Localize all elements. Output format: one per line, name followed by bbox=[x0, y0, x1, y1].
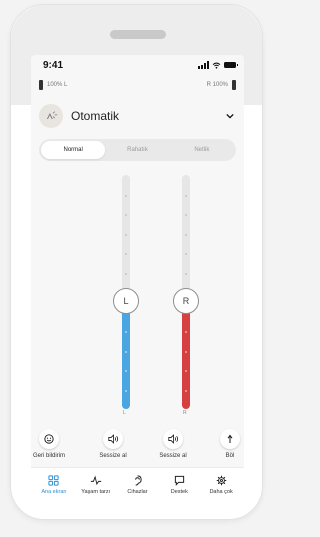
program-selector[interactable]: Otomatik bbox=[39, 101, 236, 131]
right-battery-icon bbox=[232, 80, 236, 90]
left-volume-knob[interactable]: L bbox=[113, 288, 139, 315]
right-slider-end-label: R bbox=[183, 410, 187, 416]
status-time: 9:41 bbox=[43, 59, 64, 71]
hearing-aid-icon bbox=[132, 474, 143, 486]
cellular-signal-icon bbox=[198, 61, 209, 69]
tab-label: Cihazlar bbox=[127, 489, 148, 495]
action-mute-left[interactable]: Sessize al bbox=[93, 429, 133, 459]
bottom-tab-bar: Ana ekran Yaşam tarzı Cihazlar Destek Da… bbox=[31, 467, 244, 501]
speaker-icon[interactable] bbox=[163, 429, 183, 449]
right-volume-fill bbox=[182, 301, 190, 409]
left-volume-fill bbox=[122, 301, 130, 409]
tab-more[interactable]: Daha çok bbox=[200, 474, 242, 495]
slider-tick bbox=[125, 370, 127, 372]
phone-battery-icon bbox=[224, 62, 238, 68]
left-volume-slider[interactable]: L L bbox=[113, 175, 139, 416]
segment-comfort[interactable]: Rahatık bbox=[105, 141, 169, 159]
slider-tick bbox=[185, 331, 187, 333]
tab-lifestyle[interactable]: Yaşam tarzı bbox=[75, 474, 117, 495]
hearing-aid-battery-row: 100% L R 100% bbox=[31, 79, 244, 91]
left-battery-icon bbox=[39, 80, 43, 90]
action-split[interactable]: Böl bbox=[210, 429, 244, 459]
tab-home[interactable]: Ana ekran bbox=[33, 474, 75, 495]
right-battery-text: R 100% bbox=[206, 82, 228, 88]
program-auto-icon bbox=[39, 104, 63, 128]
tab-support[interactable]: Destek bbox=[158, 474, 200, 495]
action-label: Böl bbox=[225, 453, 235, 459]
action-label: Sessize al bbox=[159, 453, 187, 459]
tab-label: Ana ekran bbox=[41, 489, 67, 495]
slider-tick bbox=[125, 389, 127, 392]
app-screen: 9:41 100% L R 100% Otomatik Normal Rahat… bbox=[31, 55, 244, 501]
right-volume-knob[interactable]: R bbox=[173, 288, 199, 315]
slider-tick bbox=[125, 194, 127, 197]
right-battery: R 100% bbox=[207, 80, 236, 90]
slider-tick bbox=[185, 214, 187, 216]
slider-tick bbox=[185, 233, 187, 236]
tab-label: Yaşam tarzı bbox=[81, 489, 111, 495]
segment-clarity[interactable]: Netlik bbox=[170, 141, 234, 159]
split-icon[interactable] bbox=[220, 429, 240, 449]
slider-tick bbox=[185, 194, 187, 197]
slider-tick bbox=[185, 350, 187, 353]
sound-mode-segmented-control: Normal Rahatık Netlik bbox=[39, 139, 236, 161]
action-feedback[interactable]: Geri bildirim bbox=[31, 429, 69, 459]
status-bar: 9:41 bbox=[31, 55, 244, 75]
action-label: Sessize al bbox=[99, 453, 127, 459]
tab-label: Daha çok bbox=[209, 489, 233, 495]
speaker-notch bbox=[110, 30, 166, 39]
speaker-icon[interactable] bbox=[103, 429, 123, 449]
phone-frame: 9:41 100% L R 100% Otomatik Normal Rahat… bbox=[10, 4, 263, 520]
slider-tick bbox=[125, 272, 127, 275]
left-battery-text: 100% L bbox=[47, 82, 68, 88]
left-battery: 100% L bbox=[39, 80, 67, 90]
program-name: Otomatik bbox=[71, 109, 120, 123]
chat-icon bbox=[174, 474, 185, 486]
action-label: Geri bildirim bbox=[32, 453, 65, 459]
pulse-icon bbox=[90, 474, 102, 486]
tab-devices[interactable]: Cihazlar bbox=[117, 474, 159, 495]
status-icons bbox=[198, 61, 238, 69]
quick-actions: Geri bildirim Sessize al Sessize al Böl bbox=[31, 429, 244, 465]
chevron-down-icon[interactable] bbox=[226, 113, 234, 119]
tab-label: Destek bbox=[170, 489, 188, 495]
slider-tick bbox=[125, 214, 127, 216]
slider-tick bbox=[185, 272, 187, 275]
home-grid-icon bbox=[48, 474, 59, 486]
slider-tick bbox=[125, 233, 127, 236]
segment-normal[interactable]: Normal bbox=[41, 141, 106, 159]
smiley-icon[interactable] bbox=[39, 429, 59, 449]
slider-tick bbox=[185, 253, 187, 255]
slider-tick bbox=[125, 331, 127, 333]
right-volume-slider[interactable]: R R bbox=[173, 175, 199, 416]
slider-tick bbox=[185, 370, 187, 372]
slider-tick bbox=[125, 253, 127, 255]
action-mute-right[interactable]: Sessize al bbox=[153, 429, 193, 459]
gear-icon bbox=[216, 474, 227, 486]
left-slider-end-label: L bbox=[123, 410, 126, 416]
wifi-icon bbox=[212, 62, 221, 69]
slider-tick bbox=[185, 389, 187, 392]
slider-tick bbox=[125, 350, 127, 353]
